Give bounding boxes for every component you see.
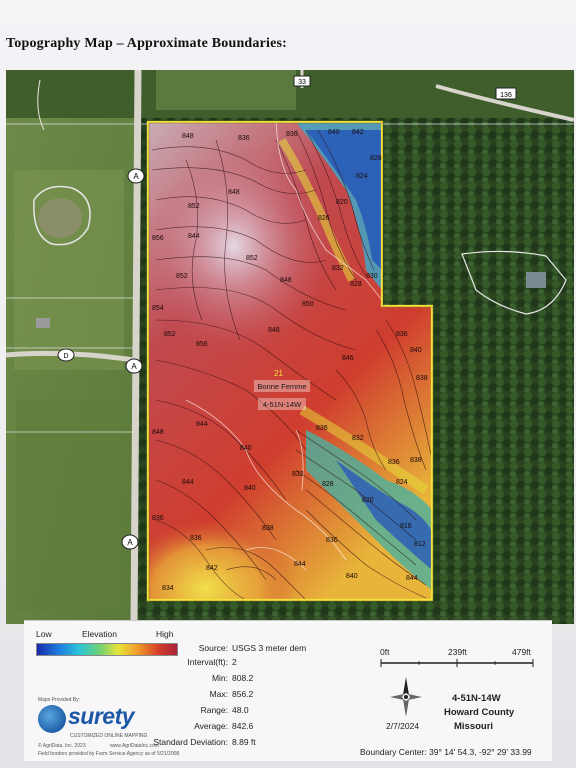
section-badge: 21 xyxy=(274,369,283,378)
stat-min: Min: 808.2 xyxy=(211,673,254,683)
contour-label: 852 xyxy=(188,203,200,210)
location-county: Howard County xyxy=(444,707,515,718)
contour-label: 834 xyxy=(162,585,174,592)
contour-label: 844 xyxy=(182,479,194,486)
scale-label-max: 479ft xyxy=(512,647,531,657)
legend-low-label: Low xyxy=(36,629,52,639)
road-shield-136: 136 xyxy=(495,87,517,100)
shield-label: 33 xyxy=(298,79,306,86)
location-state: Missouri xyxy=(454,721,494,732)
shield-label: D xyxy=(63,353,68,360)
north-arrow-icon xyxy=(390,677,422,717)
contour-label: 844 xyxy=(406,575,418,582)
contour-label: 836 xyxy=(238,135,250,142)
scale-bar xyxy=(380,659,534,667)
road-shield-33: 33 xyxy=(293,75,311,87)
globe-icon xyxy=(38,705,66,733)
contour-label: 832 xyxy=(332,265,344,272)
place-name: Bonne Femme xyxy=(257,382,306,391)
contour-label: 848 xyxy=(152,429,164,436)
contour-label: 844 xyxy=(196,421,208,428)
contour-label: 824 xyxy=(356,173,368,180)
stat-interval: Interval(ft): 2 xyxy=(187,657,237,667)
topography-map[interactable]: 848 836 836 840 842 852 848 856 844 852 … xyxy=(6,70,574,624)
contour-label: 852 xyxy=(176,273,188,280)
contour-label: 840 xyxy=(328,129,340,136)
contour-label: 846 xyxy=(342,355,354,362)
contour-label: 816 xyxy=(400,523,412,530)
field-borders-note: Field borders provided by Farm Service A… xyxy=(38,751,181,757)
map-canvas: 848 836 836 840 842 852 848 856 844 852 … xyxy=(6,70,574,624)
contour-label: 832 xyxy=(352,435,364,442)
logo-tagline: CUSTOMIZED ONLINE MAPPING xyxy=(70,733,148,739)
contour-label: 820 xyxy=(336,199,348,206)
contour-label: 836 xyxy=(388,459,400,466)
contour-label: 840 xyxy=(244,485,256,492)
logo-wordmark: surety xyxy=(68,703,135,729)
contour-label: 842 xyxy=(206,565,218,572)
contour-label: 838 xyxy=(410,457,422,464)
road-shield-a-bottom: A xyxy=(121,534,139,550)
road-shield-a-top: A xyxy=(127,168,145,184)
screen-photo: Topography Map – Approximate Boundaries: xyxy=(0,0,576,768)
contour-label: 848 xyxy=(268,327,280,334)
scale-label-0: 0ft xyxy=(380,647,390,657)
contour-label: 848 xyxy=(182,133,194,140)
contour-label: 836 xyxy=(316,425,328,432)
shield-label: A xyxy=(127,538,133,547)
contour-label: 856 xyxy=(152,235,164,242)
road-shield-a-mid: A xyxy=(125,358,143,374)
road-shield-d: D xyxy=(57,348,75,362)
contour-label: 852 xyxy=(246,255,258,262)
location-township: 4-51N-14W xyxy=(452,693,501,704)
scale-label-mid: 239ft xyxy=(448,647,467,657)
contour-label: 826 xyxy=(318,215,330,222)
contour-label: 828 xyxy=(322,481,334,488)
contour-label: 838 xyxy=(262,525,274,532)
pond xyxy=(38,198,82,238)
contour-label: 830 xyxy=(366,273,378,280)
contour-label: 836 xyxy=(326,537,338,544)
contour-label: 836 xyxy=(286,131,298,138)
contour-label: 848 xyxy=(280,277,292,284)
contour-label: 856 xyxy=(196,341,208,348)
contour-label: 840 xyxy=(410,347,422,354)
legend-high-label: High xyxy=(156,629,174,639)
contour-label: 844 xyxy=(294,561,306,568)
shield-label: 136 xyxy=(500,92,512,99)
contour-label: 848 xyxy=(228,189,240,196)
legend-elevation-label: Elevation xyxy=(82,629,117,639)
contour-label: 832 xyxy=(292,471,304,478)
contour-label: 838 xyxy=(416,375,428,382)
copyright: © AgriData, Inc. 2023 xyxy=(38,743,86,749)
boundary-center: Boundary Center: 39° 14' 54.3, -92° 29' … xyxy=(360,747,532,757)
contour-label: 854 xyxy=(152,305,164,312)
page-title: Topography Map – Approximate Boundaries: xyxy=(6,36,288,51)
contour-label: 840 xyxy=(346,573,358,580)
contour-label: 844 xyxy=(188,233,200,240)
contour-label: 836 xyxy=(152,515,164,522)
shield-label: A xyxy=(131,362,137,371)
shield-label: A xyxy=(133,172,139,181)
stat-max: Max: 856.2 xyxy=(209,689,254,699)
contour-label: 828 xyxy=(370,155,382,162)
contour-label: 812 xyxy=(414,541,426,548)
stat-source: Source: USGS 3 meter dem xyxy=(198,643,307,653)
contour-label: 850 xyxy=(302,301,314,308)
contour-label: 840 xyxy=(240,445,252,452)
contour-label: 836 xyxy=(190,535,202,542)
map-date: 2/7/2024 xyxy=(386,721,420,731)
website: www.AgriDataInc.com xyxy=(110,743,159,749)
contour-label: 842 xyxy=(352,129,364,136)
contour-label: 828 xyxy=(350,281,362,288)
contour-label: 824 xyxy=(396,479,408,486)
contour-label: 820 xyxy=(362,497,374,504)
township-label: 4-51N-14W xyxy=(263,400,302,409)
map-legend: Low Elevation High Source: USGS 3 meter d… xyxy=(24,620,552,761)
contour-label: 836 xyxy=(396,331,408,338)
contour-label: 852 xyxy=(164,331,176,338)
